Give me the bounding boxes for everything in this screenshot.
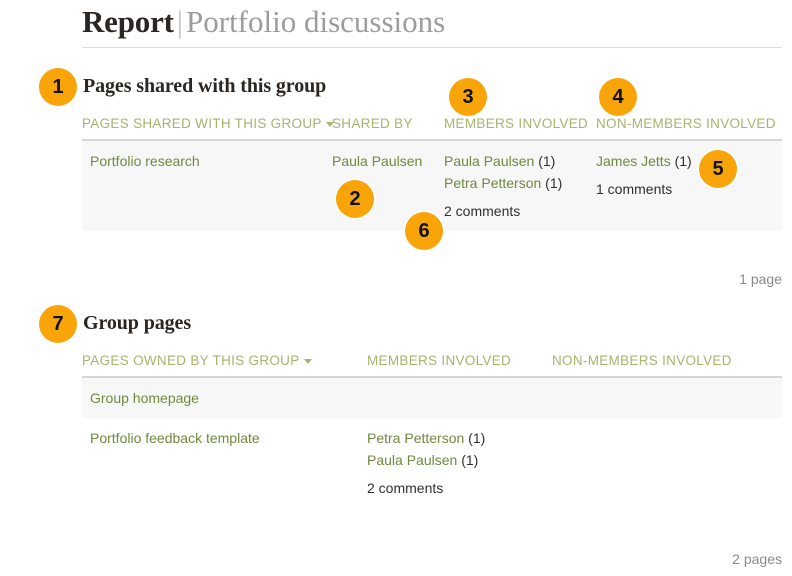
page-link[interactable]: Portfolio feedback template [90, 430, 260, 446]
table-header-row: Pages owned by this group Members involv… [82, 353, 782, 378]
page-title-sub: Portfolio discussions [186, 4, 446, 39]
column-header-label: Pages owned by this group [82, 353, 300, 368]
member-count: (1) [545, 175, 563, 191]
callout-badge-3: 3 [449, 78, 487, 116]
table-row: Group homepage [82, 377, 782, 418]
column-header-label: Shared by [332, 116, 413, 131]
table-row: Portfolio feedback template Petra Petter… [82, 418, 782, 508]
column-header-shared-by: Shared by [332, 116, 444, 141]
member-entry: Petra Petterson (1) [367, 427, 552, 449]
section-heading-group: Group pages [83, 312, 192, 334]
member-count: (1) [468, 430, 486, 446]
chevron-down-icon[interactable] [303, 358, 312, 364]
cell-members-involved [367, 377, 552, 418]
column-header-label: Non-members involved [596, 116, 776, 131]
column-header-label: Members involved [444, 116, 589, 131]
cell-non-members-involved [552, 377, 782, 418]
member-entry: Petra Petterson (1) [444, 172, 596, 194]
column-header-non-members-involved: Non-members involved [552, 353, 782, 378]
column-header-members-involved: Members involved [444, 116, 596, 141]
column-header-members-involved: Members involved [367, 353, 552, 378]
group-pages-table: Pages owned by this group Members involv… [82, 353, 782, 508]
cell-non-members-involved: James Jetts (1) 1 comments [596, 140, 782, 231]
group-table-footer-count: 2 pages [732, 551, 782, 567]
cell-members-involved: Petra Petterson (1) Paula Paulsen (1) 2 … [367, 418, 552, 508]
cell-members-involved: Paula Paulsen (1) Petra Petterson (1) 2 … [444, 140, 596, 231]
callout-badge-2: 2 [336, 180, 374, 218]
page-title: Report|Portfolio discussions [82, 2, 772, 42]
nonmembers-comments-count: 1 comments [596, 181, 673, 197]
callout-badge-6: 6 [405, 212, 443, 250]
callout-badge-1: 1 [39, 68, 77, 106]
member-link[interactable]: Petra Petterson [367, 430, 464, 446]
page-title-main: Report [82, 4, 174, 39]
section-heading-shared: Pages shared with this group [83, 75, 327, 97]
member-link[interactable]: Paula Paulsen [367, 452, 457, 468]
shared-by-link[interactable]: Paula Paulsen [332, 153, 422, 169]
column-header-pages-shared[interactable]: Pages shared with this group [82, 116, 334, 141]
nonmember-entry: James Jetts (1) [596, 150, 782, 172]
cell-page-name: Group homepage [82, 377, 367, 418]
column-header-pages-owned[interactable]: Pages owned by this group [82, 353, 367, 378]
cell-page-name: Portfolio research [82, 140, 332, 231]
cell-non-members-involved [552, 418, 782, 508]
member-count: (1) [538, 153, 556, 169]
page-title-separator: | [176, 4, 183, 39]
column-header-non-members-involved: Non-members involved [596, 116, 782, 141]
member-link[interactable]: Petra Petterson [444, 175, 541, 191]
member-entry: Paula Paulsen (1) [444, 150, 596, 172]
cell-page-name: Portfolio feedback template [82, 418, 367, 508]
nonmember-count: (1) [674, 153, 692, 169]
callout-badge-4: 4 [599, 78, 637, 116]
column-header-label: Pages shared with this group [82, 116, 322, 131]
report-page: Report|Portfolio discussions Pages share… [0, 0, 792, 576]
table-header-row: Pages shared with this group Shared by M… [82, 116, 782, 141]
title-divider [82, 47, 782, 48]
column-header-label: Non-members involved [552, 353, 732, 368]
member-link[interactable]: Paula Paulsen [444, 153, 534, 169]
members-comments-count: 2 comments [367, 480, 444, 496]
member-count: (1) [461, 452, 479, 468]
page-link[interactable]: Portfolio research [90, 153, 200, 169]
page-link[interactable]: Group homepage [90, 390, 199, 406]
shared-table-footer-count: 1 page [739, 271, 782, 287]
member-entry: Paula Paulsen (1) [367, 449, 552, 471]
nonmember-link[interactable]: James Jetts [596, 153, 671, 169]
column-header-label: Members involved [367, 353, 512, 368]
members-comments-count: 2 comments [444, 203, 521, 219]
callout-badge-5: 5 [699, 150, 737, 188]
callout-badge-7: 7 [39, 305, 77, 343]
